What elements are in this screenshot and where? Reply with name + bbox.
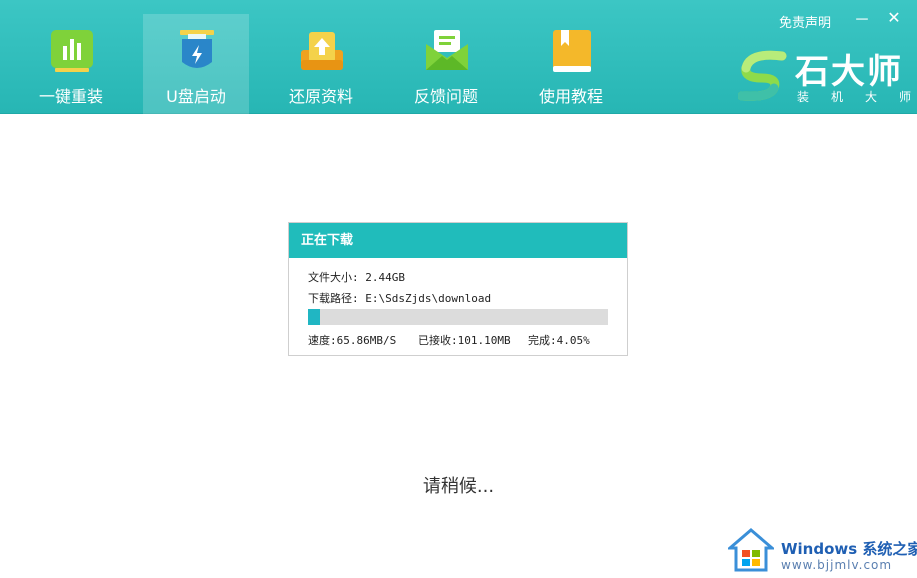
brand-name: 石大师 — [795, 52, 903, 92]
mail-feedback-icon — [426, 30, 468, 70]
restore-upload-icon — [301, 32, 343, 70]
download-progress-bar — [308, 309, 608, 325]
brand-logo-icon — [738, 50, 787, 101]
nav-one-click-reinstall[interactable]: 一键重装 — [18, 14, 124, 114]
nav-usb-boot[interactable]: U盘启动 — [143, 14, 249, 114]
top-header: 一键重装 U盘启动 还原资料 反馈问题 使用教程 免责声明 － ✕ 石大师 装机… — [0, 0, 917, 114]
nav-label: 一键重装 — [38, 87, 103, 106]
close-button[interactable]: ✕ — [884, 8, 904, 27]
progress-fill — [308, 309, 321, 325]
speed-text: 速度:65.86MB/S — [308, 334, 397, 347]
complete-percent-text: 完成:4.05% — [528, 334, 590, 347]
dialog-title: 正在下载 — [289, 223, 627, 258]
minimize-button[interactable]: － — [852, 6, 872, 30]
disclaimer-link[interactable]: 免责声明 — [779, 12, 831, 31]
bar-chart-icon — [51, 30, 93, 72]
nav-label: U盘启动 — [166, 87, 226, 106]
watermark-url: www.bjjmlv.com — [781, 558, 893, 572]
nav-label: 使用教程 — [538, 87, 603, 106]
nav-tutorial[interactable]: 使用教程 — [518, 14, 624, 114]
brand-subtitle: 装机大师 — [797, 90, 911, 104]
usb-drive-icon — [180, 30, 214, 68]
download-path-text: 下载路径: E:\SdsZjds\download — [308, 292, 492, 305]
house-windows-logo-icon — [728, 528, 774, 572]
nav-label: 还原资料 — [288, 87, 353, 106]
nav-label: 反馈问题 — [413, 87, 478, 106]
please-wait-text: 请稍候... — [422, 476, 495, 497]
nav-feedback[interactable]: 反馈问题 — [393, 14, 499, 114]
nav-restore-data[interactable]: 还原资料 — [268, 14, 374, 114]
watermark-title: Windows 系统之家 — [781, 540, 917, 558]
file-size-text: 文件大小: 2.44GB — [308, 271, 405, 284]
received-text: 已接收:101.10MB — [418, 334, 511, 347]
book-icon — [553, 30, 591, 72]
download-dialog: 正在下载 文件大小: 2.44GB 下载路径: E:\SdsZjds\downl… — [288, 222, 628, 356]
